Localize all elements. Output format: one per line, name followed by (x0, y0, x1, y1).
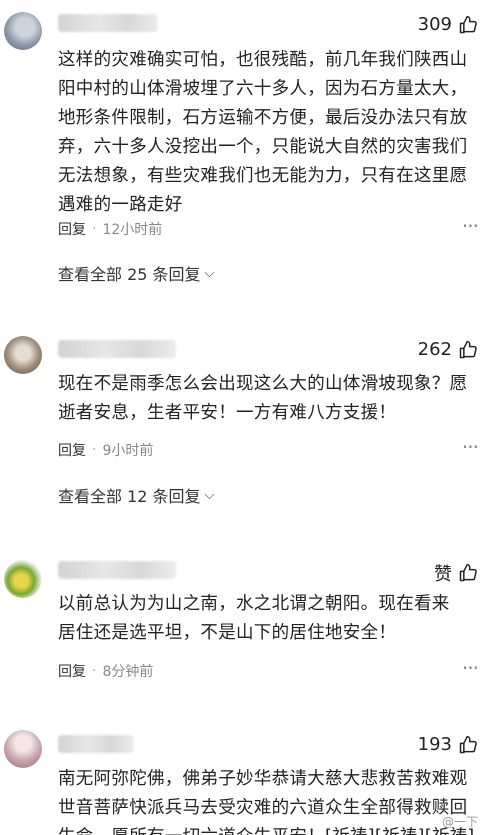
more-options-icon[interactable]: ··· (462, 435, 479, 459)
username-blurred[interactable] (58, 14, 158, 32)
username-blurred[interactable] (58, 340, 176, 358)
view-replies-label: 查看全部 12 条回复 (58, 487, 201, 506)
chevron-down-icon: ⌵ (204, 265, 215, 281)
reply-button[interactable]: 回复 (58, 661, 86, 681)
like-button[interactable]: 赞 (434, 560, 478, 586)
chevron-down-icon: ⌵ (204, 487, 215, 503)
more-options-icon[interactable]: ··· (462, 656, 479, 680)
separator-dot: · (92, 663, 97, 679)
avatar[interactable] (4, 560, 42, 598)
avatar[interactable] (4, 730, 42, 768)
thumbs-up-icon (459, 340, 477, 358)
comment-text: 以前总认为为山之南，水之北谓之朝阳。现在看来居住还是选平坦，不是山下的居住地安全… (58, 594, 450, 643)
timestamp: 12小时前 (102, 222, 163, 238)
like-count: 262 (417, 339, 452, 360)
separator-dot: · (92, 221, 97, 237)
username-blurred[interactable] (58, 561, 176, 579)
avatar[interactable] (4, 12, 42, 50)
reply-button[interactable]: 回复 (58, 219, 86, 239)
timestamp: 8分钟前 (102, 664, 154, 680)
thumbs-up-icon (459, 563, 477, 582)
like-button[interactable]: 193 (418, 734, 478, 755)
like-button[interactable]: 309 (418, 14, 478, 35)
thumbs-up-icon (459, 15, 477, 33)
more-options-icon[interactable]: ··· (462, 214, 479, 238)
view-all-replies-link[interactable]: 查看全部 12 条回复 ⌵ (58, 483, 214, 507)
comment-text: 这样的灾难确实可怕，也很残酷，前几年我们陕西山阳中村的山体滑坡埋了六十多人，因为… (58, 50, 468, 215)
avatar[interactable] (4, 336, 42, 374)
view-replies-label: 查看全部 25 条回复 (58, 265, 201, 284)
username-blurred[interactable] (58, 735, 134, 753)
timestamp: 9小时前 (102, 443, 154, 459)
thumbs-up-icon (459, 735, 477, 753)
comment-text: 现在不是雨季怎么会出现这么大的山体滑坡现象？愿逝者安息，生者平安！一方有难八方支… (58, 374, 468, 423)
like-label: 赞 (434, 564, 452, 585)
like-count: 309 (417, 14, 452, 35)
view-all-replies-link[interactable]: 查看全部 25 条回复 ⌵ (58, 261, 214, 285)
reply-button[interactable]: 回复 (58, 440, 86, 460)
comment-meta: 回复 · 9小时前 (58, 440, 153, 460)
watermark: @一下 (441, 815, 478, 829)
like-button[interactable]: 262 (418, 339, 478, 360)
like-count: 193 (417, 734, 452, 755)
comment-meta: 回复 · 12小时前 (58, 219, 162, 239)
comment-text: 南无阿弥陀佛，佛弟子妙华恭请大慈大悲救苦救难观世音菩萨快派兵马去受灾难的六道众生… (58, 769, 474, 835)
comment-meta: 回复 · 8分钟前 (58, 661, 153, 681)
separator-dot: · (92, 442, 97, 458)
